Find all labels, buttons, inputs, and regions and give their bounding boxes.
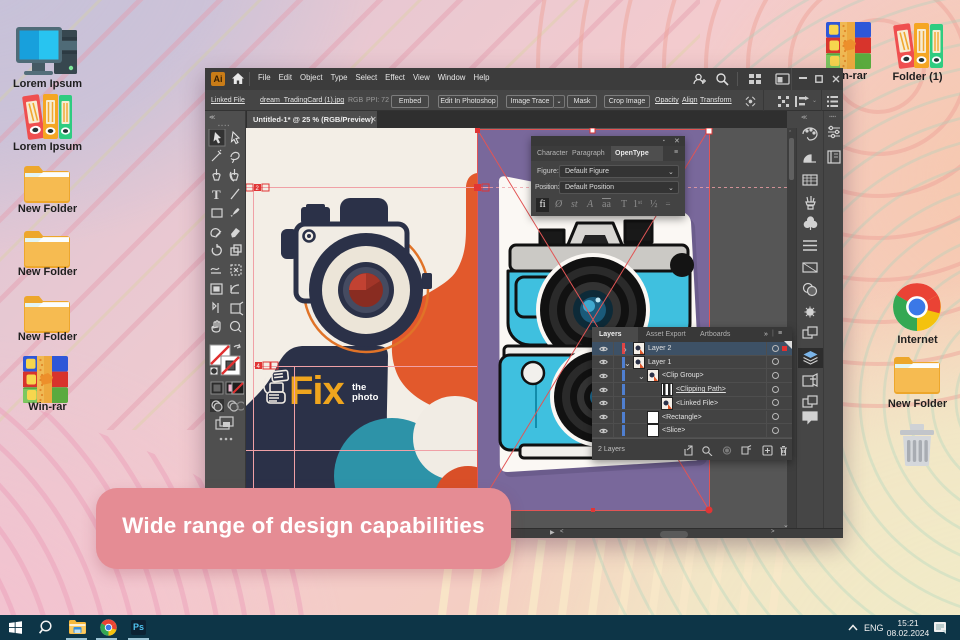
svg-text:T: T (212, 187, 221, 202)
svg-text:Fix: Fix (289, 369, 345, 413)
svg-text:photo: photo (352, 392, 379, 403)
